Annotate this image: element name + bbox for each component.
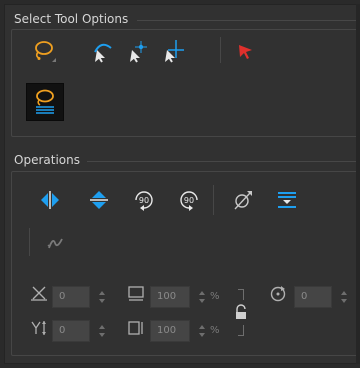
angle-field[interactable]: 0 xyxy=(294,286,332,308)
flip-horizontal-icon xyxy=(41,191,59,209)
operations-separator xyxy=(213,185,214,215)
angle-spinner-icon[interactable] xyxy=(340,290,348,304)
rotate-90-ccw-button[interactable]: 90 xyxy=(175,186,203,214)
rotate-90-cw-icon: 90 xyxy=(135,191,153,211)
select-tool-options-title: Select Tool Options xyxy=(14,12,129,26)
x-position-field[interactable]: 0 xyxy=(52,286,90,308)
smooth-button[interactable] xyxy=(42,229,70,257)
height-spinner-icon[interactable] xyxy=(198,324,206,338)
lasso-mode-selected-button[interactable] xyxy=(26,83,64,121)
select-contour-button[interactable] xyxy=(88,37,116,65)
height-icon xyxy=(128,321,143,335)
smooth-icon xyxy=(47,238,63,249)
width-unit: % xyxy=(210,291,220,302)
no-tint-icon xyxy=(234,191,252,210)
x-position-icon xyxy=(31,286,47,301)
select-centerline-icon xyxy=(165,40,184,63)
lock-ratio-icon[interactable] xyxy=(234,304,248,320)
width-spinner-icon[interactable] xyxy=(198,290,206,304)
width-icon xyxy=(128,286,144,301)
rotate-90-cw-button[interactable]: 90 xyxy=(130,186,158,214)
x-spinner-icon[interactable] xyxy=(98,290,106,304)
lock-bracket-bottom xyxy=(238,325,244,336)
operations-title: Operations xyxy=(14,153,80,167)
panel-scrollbar[interactable] xyxy=(356,4,360,364)
rotate-90-ccw-icon: 90 xyxy=(180,191,198,211)
tool-properties-panel: Select Tool Options Operations 90 90 0 1… xyxy=(4,4,360,364)
height-unit: % xyxy=(210,325,220,336)
distribute-icon xyxy=(278,192,296,208)
height-field[interactable]: 100 xyxy=(150,320,190,342)
lasso-tool-button[interactable] xyxy=(29,37,57,65)
width-field[interactable]: 100 xyxy=(150,286,190,308)
rotate-90-cw-label: 90 xyxy=(139,196,149,205)
distribute-button[interactable] xyxy=(273,186,301,214)
y-position-field[interactable]: 0 xyxy=(52,320,90,342)
select-contour-icon xyxy=(94,43,112,63)
select-point-button[interactable] xyxy=(123,37,151,65)
select-centerline-button[interactable] xyxy=(158,37,186,65)
section-divider xyxy=(87,161,360,162)
flip-vertical-button[interactable] xyxy=(85,186,113,214)
lasso-icon xyxy=(35,41,56,62)
lasso-selected-icon xyxy=(36,89,54,114)
operations-row2-separator xyxy=(29,228,30,256)
red-arrow-select-icon xyxy=(239,45,252,59)
section-divider xyxy=(137,20,360,21)
angle-icon xyxy=(270,286,286,302)
flip-horizontal-button[interactable] xyxy=(36,186,64,214)
flip-vertical-icon xyxy=(90,191,108,209)
red-arrow-select-button[interactable] xyxy=(231,37,259,65)
no-tint-button[interactable] xyxy=(229,186,257,214)
y-position-icon xyxy=(31,321,46,335)
lock-bracket-top xyxy=(238,289,244,300)
select-point-icon xyxy=(130,41,147,63)
rotate-90-ccw-label: 90 xyxy=(184,196,194,205)
y-spinner-icon[interactable] xyxy=(98,324,106,338)
toolbar-separator xyxy=(220,37,221,63)
